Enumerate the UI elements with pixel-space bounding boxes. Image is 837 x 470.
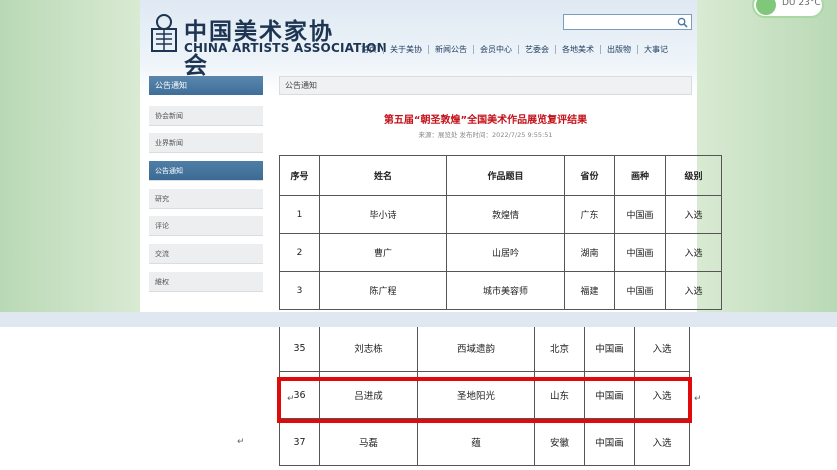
table-row-highlighted: 36 吕进成 圣地阳光 山东 中国画 入选: [279, 371, 690, 419]
cell-level: 入选: [634, 371, 690, 419]
cell-medium: 中国画: [584, 418, 635, 466]
nav-divider: [428, 44, 429, 54]
nav-item-publications[interactable]: 出版物: [607, 44, 631, 55]
content-header: 公告通知: [279, 76, 692, 95]
document-panel: 35 刘志栋 西域遗韵 北京 中国画 入选 36 吕进成 圣地阳光 山东 中国画…: [0, 327, 837, 470]
results-table-excerpt: 35 刘志栋 西域遗韵 北京 中国画 入选 36 吕进成 圣地阳光 山东 中国画…: [279, 327, 690, 466]
logo-english-name: CHINA ARTISTS ASSOCIATION: [184, 41, 387, 55]
nav-divider: [637, 44, 638, 54]
search-box: [563, 14, 692, 35]
cell-name: 刘志栋: [319, 327, 418, 372]
table-header-row: 序号 姓名 作品题目 省份 画种 级别: [279, 155, 722, 196]
sidebar-header: 公告通知: [149, 76, 263, 95]
cell-medium: 中国画: [614, 271, 666, 310]
cell-name: 毕小诗: [319, 195, 447, 234]
header-cell-level: 级别: [665, 155, 722, 196]
cell-title: 西域遗韵: [417, 327, 535, 372]
cell-province: 山东: [534, 371, 585, 419]
sidebar-item-rights[interactable]: 維权: [149, 272, 263, 292]
table-row: 1 毕小诗 敦煌情 广东 中国画 入选: [279, 195, 722, 234]
cell-title: 圣地阳光: [417, 371, 535, 419]
cell-name: 曹广: [319, 233, 447, 272]
results-table: 序号 姓名 作品题目 省份 画种 级别 1 毕小诗 敦煌情 广东 中国画 入选 …: [279, 155, 722, 310]
sidebar-item-exchange[interactable]: 交流: [149, 244, 263, 264]
cell-name: 陈广程: [319, 271, 447, 310]
cell-province: 安徽: [534, 418, 585, 466]
nav-item-home[interactable]: 首页: [361, 44, 377, 55]
cell-medium: 中国画: [614, 233, 666, 272]
website-panel: 中国美术家协会 CHINA ARTISTS ASSOCIATION DU 23°…: [0, 0, 837, 312]
table-row: 37 马磊 蕴 安徽 中国画 入选: [279, 418, 690, 466]
cell-title: 山居吟: [446, 233, 565, 272]
nav-item-events[interactable]: 大事记: [644, 44, 668, 55]
nav-divider: [555, 44, 556, 54]
cell-medium: 中国画: [614, 195, 666, 234]
cell-level: 入选: [665, 271, 722, 310]
nav-item-art-committee[interactable]: 艺委会: [525, 44, 549, 55]
cell-number: 35: [279, 327, 320, 372]
cell-number: 37: [279, 418, 320, 466]
table-row: 35 刘志栋 西域遗韵 北京 中国画 入选: [279, 327, 690, 372]
search-input[interactable]: [564, 20, 674, 35]
cell-number: 2: [279, 233, 320, 272]
nav-item-regional[interactable]: 各地美术: [562, 44, 594, 55]
article-title: 第五届“朝圣敦煌”全国美术作品展览复评结果: [383, 115, 588, 126]
table-row: 3 陈广程 城市美容师 福建 中国画 入选: [279, 271, 722, 310]
weather-toggle[interactable]: DU 23°C: [752, 0, 824, 18]
nav-divider: [600, 44, 601, 54]
cell-medium: 中国画: [584, 327, 635, 372]
emblem-icon: [151, 14, 177, 52]
nav-divider: [473, 44, 474, 54]
sidebar-item-association-news[interactable]: 协会新闻: [149, 106, 263, 126]
cell-number: 3: [279, 271, 320, 310]
header-cell-name: 姓名: [319, 155, 447, 196]
nav-item-news[interactable]: 新闻公告: [435, 44, 467, 55]
cell-title: 敦煌情: [446, 195, 565, 234]
cell-province: 广东: [564, 195, 615, 234]
site-logo[interactable]: 中国美术家协会 CHINA ARTISTS ASSOCIATION: [148, 12, 387, 79]
nav-item-members[interactable]: 会员中心: [480, 44, 512, 55]
cell-level: 入选: [665, 233, 722, 272]
sidebar-item-announcements[interactable]: 公告通知: [149, 161, 263, 181]
search-icon[interactable]: [677, 17, 688, 28]
cell-title: 城市美容师: [446, 271, 565, 310]
panel-separator: [0, 312, 837, 327]
cell-number: 1: [279, 195, 320, 234]
cell-title: 蕴: [417, 418, 535, 466]
cell-level: 入选: [634, 418, 690, 466]
cell-name: 马磊: [319, 418, 418, 466]
return-mark-icon: ↵: [237, 437, 245, 447]
cell-province: 北京: [534, 327, 585, 372]
sidebar-item-reviews[interactable]: 评论: [149, 216, 263, 236]
cell-level: 入选: [634, 327, 690, 372]
nav-divider: [518, 44, 519, 54]
return-mark-icon: ↵: [694, 394, 702, 404]
sidebar-item-research[interactable]: 研究: [149, 189, 263, 209]
header-cell-title: 作品题目: [446, 155, 565, 196]
table-row: 2 曹广 山居吟 湖南 中国画 入选: [279, 233, 722, 272]
background-left: [0, 0, 140, 312]
return-mark-icon: ↵: [287, 394, 295, 404]
cell-province: 福建: [564, 271, 615, 310]
main-nav: 首页 关于美协 新闻公告 会员中心 艺委会 各地美术 出版物 大事记: [361, 43, 668, 55]
cell-name: 吕进成: [319, 371, 418, 419]
cell-level: 入选: [665, 195, 722, 234]
nav-divider: [383, 44, 384, 54]
toggle-knob: [756, 0, 776, 15]
nav-item-about[interactable]: 关于美协: [390, 44, 422, 55]
cell-number: 36: [279, 371, 320, 419]
cell-province: 湖南: [564, 233, 615, 272]
header-cell-province: 省份: [564, 155, 615, 196]
header-cell-number: 序号: [279, 155, 320, 196]
toggle-label: DU 23°C: [782, 0, 821, 8]
sidebar-item-industry-news[interactable]: 业界新闻: [149, 133, 263, 153]
article-meta: 来源：展览处 发布时间：2022/7/25 9:55:51: [418, 131, 553, 139]
cell-medium: 中国画: [584, 371, 635, 419]
header-cell-medium: 画种: [614, 155, 666, 196]
